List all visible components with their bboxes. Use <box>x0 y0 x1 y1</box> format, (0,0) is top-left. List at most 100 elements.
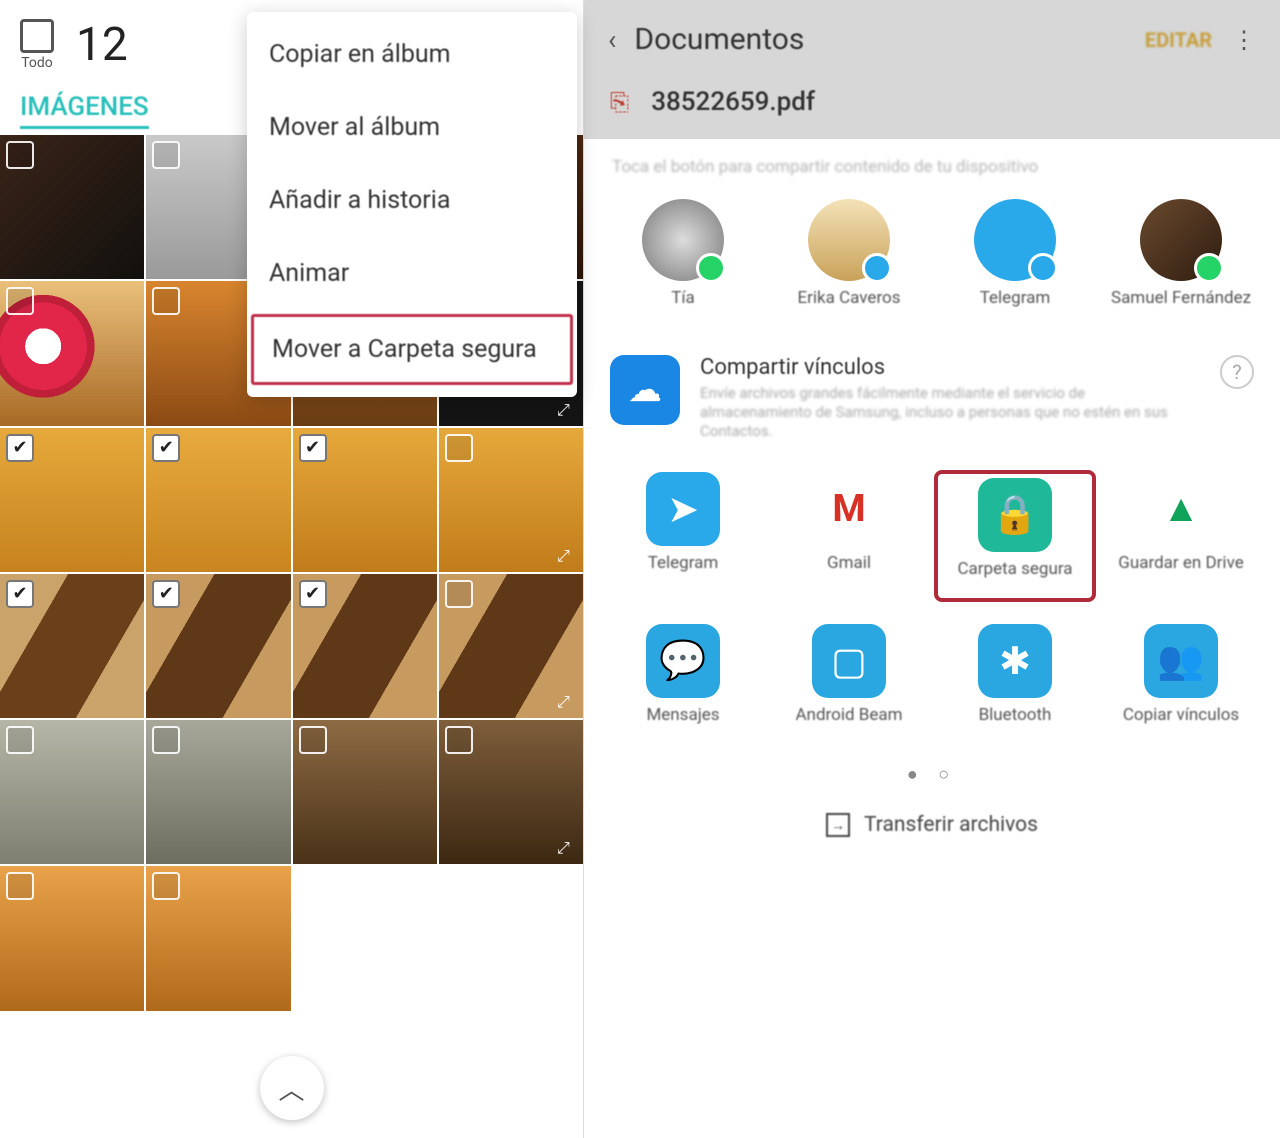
app-label: Gmail <box>827 554 871 592</box>
share-app-android-beam[interactable]: ▢Android Beam <box>770 624 928 744</box>
thumbnail[interactable] <box>293 720 437 864</box>
checkbox-checked-icon: ✔ <box>299 434 327 462</box>
app-label: Mensajes <box>646 706 719 744</box>
thumbnail[interactable]: ✔ <box>146 574 290 718</box>
thumbnail[interactable]: ✔ <box>293 574 437 718</box>
telegram-badge-icon <box>1028 253 1058 283</box>
checkbox-empty-icon <box>6 287 34 315</box>
telegram-badge-icon <box>862 253 892 283</box>
avatar <box>808 199 890 281</box>
transfer-label: Transferir archivos <box>864 813 1038 837</box>
link-share-desc: Envíe archivos grandes fácilmente median… <box>700 384 1200 440</box>
thumbnail[interactable] <box>0 720 144 864</box>
thumbnail[interactable]: ✔ <box>293 428 437 572</box>
menu-move-secure-folder[interactable]: Mover a Carpeta segura <box>251 314 573 385</box>
apps-row-2: 💬 Mensajes ▢Android Beam✱Bluetooth 👥 Copiar … <box>584 614 1280 758</box>
direct-share-contact[interactable]: Tía <box>604 199 762 327</box>
tab-images[interactable]: IMÁGENES <box>20 92 149 129</box>
share-app-bluetooth[interactable]: ✱Bluetooth <box>936 624 1094 744</box>
more-icon[interactable]: ⋮ <box>1232 26 1256 54</box>
page-title: Documentos <box>634 22 804 57</box>
app-icon: ➤ <box>646 472 720 546</box>
select-all-button[interactable]: Todo <box>20 19 54 71</box>
share-app-telegram[interactable]: ➤ Telegram <box>604 472 762 600</box>
share-app-mensajes[interactable]: 💬 Mensajes <box>604 624 762 744</box>
checkbox-empty-icon <box>20 19 54 53</box>
thumbnail[interactable] <box>146 866 290 1010</box>
select-all-label: Todo <box>21 55 53 71</box>
app-label: Copiar vínculos <box>1123 706 1239 744</box>
transfer-icon: → <box>826 813 850 837</box>
checkbox-empty-icon <box>445 580 473 608</box>
chevron-up-icon: ︿ <box>278 1070 304 1107</box>
thumbnail[interactable] <box>0 281 144 425</box>
whatsapp-badge-icon <box>696 253 726 283</box>
share-app-gmail[interactable]: M Gmail <box>770 472 928 600</box>
avatar <box>1140 199 1222 281</box>
checkbox-checked-icon: ✔ <box>299 580 327 608</box>
share-hint: Toca el botón para compartir contenido d… <box>584 139 1280 189</box>
contact-label: Tía <box>671 289 695 327</box>
app-label: Telegram <box>648 554 719 592</box>
contact-label: Telegram <box>980 289 1051 327</box>
thumbnail[interactable] <box>0 866 144 1010</box>
direct-share-contact[interactable]: Erika Caveros <box>770 199 928 327</box>
page-indicator: ● ○ <box>584 758 1280 803</box>
share-app-copiar-vínculos[interactable]: 👥 Copiar vínculos <box>1102 624 1260 744</box>
checkbox-empty-icon <box>6 141 34 169</box>
menu-move-album[interactable]: Mover al álbum <box>247 91 577 164</box>
avatar <box>642 199 724 281</box>
app-icon: 🔒 <box>978 478 1052 552</box>
back-icon[interactable]: ‹ <box>608 23 616 56</box>
selected-file-row[interactable]: ⎘ 38522659.pdf <box>608 79 1256 123</box>
apps-row-1: ➤ Telegram M Gmail 🔒 Carpeta segura ▲ Guardar e… <box>584 462 1280 614</box>
share-sheet-screen: ‹ Documentos EDITAR ⋮ ⎘ 38522659.pdf Toc… <box>584 0 1280 1138</box>
thumbnail[interactable] <box>146 720 290 864</box>
app-icon: 💬 <box>646 624 720 698</box>
checkbox-empty-icon <box>6 872 34 900</box>
transfer-files-button[interactable]: → Transferir archivos <box>584 803 1280 857</box>
menu-add-story[interactable]: Añadir a historia <box>247 164 577 237</box>
pdf-icon: ⎘ <box>610 88 629 116</box>
thumbnail[interactable]: ✔ <box>0 574 144 718</box>
avatar <box>974 199 1056 281</box>
app-label: Carpeta segura <box>957 560 1072 598</box>
app-icon: 👥 <box>1144 624 1218 698</box>
app-icon: ▲ <box>1144 472 1218 546</box>
menu-animate[interactable]: Animar <box>247 237 577 310</box>
gallery-selection-screen: Todo 12 ⊂⊃ IMÁGENES ⤢⤢✔✔✔⤢✔✔✔⤢⤢ Copiar e… <box>0 0 584 1138</box>
edit-button[interactable]: EDITAR <box>1145 28 1212 52</box>
thumbnail[interactable]: ✔ <box>0 428 144 572</box>
checkbox-checked-icon: ✔ <box>6 580 34 608</box>
thumbnail[interactable]: ⤢ <box>439 428 583 572</box>
app-label: Guardar en Drive <box>1118 554 1243 592</box>
thumbnail[interactable]: ⤢ <box>439 720 583 864</box>
menu-copy-album[interactable]: Copiar en álbum <box>247 18 577 91</box>
checkbox-empty-icon <box>445 726 473 754</box>
share-app-guardar-en-drive[interactable]: ▲ Guardar en Drive <box>1102 472 1260 600</box>
app-icon: M <box>812 472 886 546</box>
expand-icon: ⤢ <box>557 546 577 566</box>
direct-share-row: Tía Erika Caveros Telegram Samuel Fernández <box>584 189 1280 341</box>
thumbnail[interactable]: ✔ <box>146 428 290 572</box>
link-share-title: Compartir vínculos <box>700 355 1200 380</box>
checkbox-empty-icon <box>152 141 180 169</box>
contact-label: Erika Caveros <box>797 289 900 327</box>
direct-share-contact[interactable]: Telegram <box>936 199 1094 327</box>
documents-header: ‹ Documentos EDITAR ⋮ ⎘ 38522659.pdf <box>584 0 1280 139</box>
app-label: Android Beam <box>795 706 902 744</box>
selected-count: 12 <box>76 18 128 72</box>
expand-icon: ⤢ <box>557 838 577 858</box>
collapse-fab[interactable]: ︿ <box>260 1056 324 1120</box>
direct-share-contact[interactable]: Samuel Fernández <box>1102 199 1260 327</box>
checkbox-empty-icon <box>6 726 34 754</box>
link-share-row[interactable]: ☁ Compartir vínculos Envíe archivos gran… <box>584 341 1280 462</box>
expand-icon: ⤢ <box>557 692 577 712</box>
help-icon[interactable]: ? <box>1220 355 1254 389</box>
share-app-carpeta-segura[interactable]: 🔒 Carpeta segura <box>936 472 1094 600</box>
expand-icon: ⤢ <box>557 400 577 420</box>
thumbnail[interactable] <box>0 135 144 279</box>
thumbnail[interactable]: ⤢ <box>439 574 583 718</box>
checkbox-empty-icon <box>152 287 180 315</box>
file-name: 38522659.pdf <box>651 87 815 117</box>
